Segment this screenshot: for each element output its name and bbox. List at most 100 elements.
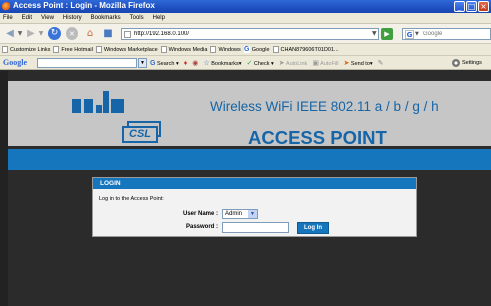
- autofill-icon: ▣: [312, 59, 319, 67]
- link-label: Free Hotmail: [61, 46, 93, 53]
- google-search-dropdown-icon[interactable]: ▼: [138, 58, 147, 68]
- google-toolbar: Google ▼ G Search ▾ ♦ ◉ ☆ Bookmarks▾ ✓ C…: [0, 56, 491, 70]
- send-to-icon: ➤: [343, 59, 350, 67]
- menu-help[interactable]: Help: [153, 15, 165, 21]
- page-icon: [160, 46, 167, 53]
- search-engine-dropdown-icon[interactable]: ▼: [415, 30, 419, 39]
- link-windows-media[interactable]: Windows Media: [160, 46, 208, 53]
- gear-icon: [452, 59, 460, 67]
- mtl-logo: [72, 91, 124, 113]
- highlighter-icon[interactable]: ✎: [378, 60, 384, 67]
- search-input[interactable]: [423, 29, 491, 39]
- menu-view[interactable]: View: [41, 15, 54, 21]
- password-label: Password :: [185, 224, 218, 230]
- search-label: Search: [156, 60, 175, 67]
- logo-bar: [103, 91, 109, 113]
- autofill-label: AutoFill: [320, 60, 339, 67]
- login-panel: LOGIN Log in to the Access Point: User N…: [92, 177, 417, 237]
- address-bar[interactable]: [121, 28, 379, 40]
- autolink-button[interactable]: ➤ AutoLink: [279, 60, 308, 67]
- links-toolbar: Customize Links Free Hotmail Windows Mar…: [0, 44, 491, 56]
- link-google[interactable]: G Google: [243, 46, 270, 53]
- google-settings-button[interactable]: Settings: [452, 56, 482, 70]
- stop-icon[interactable]: ×: [66, 27, 78, 40]
- send-to-label: Send to: [350, 60, 370, 67]
- back-arrow-icon[interactable]: ◀: [3, 27, 17, 40]
- google-toolbar-tools: G Search ▾ ♦ ◉ ☆ Bookmarks▾ ✓ Check ▾ ➤ …: [150, 56, 384, 70]
- login-button[interactable]: Log In: [297, 222, 329, 234]
- firefox-icon: [2, 2, 11, 11]
- check-label: Check: [253, 60, 270, 67]
- reload-icon[interactable]: ↻: [48, 27, 61, 40]
- window-title: Access Point : Login - Mozilla Firefox: [13, 1, 155, 10]
- send-to-button[interactable]: ➤ Send to▾: [344, 60, 373, 67]
- link-label: Windows Media: [168, 46, 208, 53]
- menu-file[interactable]: File: [3, 15, 13, 21]
- password-field[interactable]: [222, 222, 289, 233]
- window-title-bar: Access Point : Login - Mozilla Firefox _…: [0, 0, 491, 13]
- logo-bar: [84, 99, 93, 113]
- page-icon: [53, 46, 60, 53]
- logo-bar: [111, 99, 124, 113]
- menu-bookmarks[interactable]: Bookmarks: [91, 15, 121, 21]
- close-button[interactable]: ×: [478, 1, 489, 12]
- minimize-button[interactable]: _: [454, 1, 465, 12]
- link-label: Windows: [218, 46, 241, 53]
- link-windows[interactable]: Windows: [210, 46, 241, 53]
- page-icon: [210, 46, 217, 53]
- header-banner: CSL Wireless WiFi IEEE 802.11 a / b / g …: [8, 81, 491, 148]
- home-icon[interactable]: ⌂: [83, 27, 97, 40]
- link-label: Google: [251, 46, 270, 53]
- chevron-down-icon[interactable]: ▼: [248, 210, 257, 218]
- page-icon: [272, 46, 279, 53]
- google-icon: G: [243, 46, 250, 53]
- url-input[interactable]: [134, 29, 364, 39]
- autolink-label: AutoLink: [285, 60, 308, 67]
- menu-history[interactable]: History: [63, 15, 82, 21]
- menu-bar: File Edit View History Bookmarks Tools H…: [0, 13, 491, 24]
- news-icon[interactable]: ♦: [184, 60, 188, 67]
- wifi-standard-heading: Wireless WiFi IEEE 802.11 a / b / g / h: [210, 99, 439, 114]
- popup-blocker-icon[interactable]: ◉: [192, 60, 198, 67]
- forward-history-dropdown-icon[interactable]: ▼: [38, 27, 44, 40]
- login-instruction: Log in to the Access Point:: [99, 196, 164, 202]
- page-content: CSL Wireless WiFi IEEE 802.11 a / b / g …: [0, 71, 491, 306]
- navigation-toolbar: ◀ ▼ ▶ ▼ ↻ × ⌂ ■ ▼ ▶ G ▼: [0, 24, 491, 44]
- username-value: Admin: [225, 211, 243, 217]
- page-icon: [95, 46, 102, 53]
- username-select[interactable]: Admin ▼: [222, 209, 258, 219]
- login-header: LOGIN: [93, 178, 416, 189]
- google-bookmarks-button[interactable]: ☆ Bookmarks▾: [203, 60, 241, 67]
- spell-check-icon: ✓: [246, 59, 253, 67]
- google-g-icon: G: [150, 59, 156, 67]
- bookmarks-sidebar-icon[interactable]: ■: [102, 27, 114, 40]
- maximize-button[interactable]: □: [466, 1, 477, 12]
- csl-logo-text: CSL: [122, 126, 158, 143]
- link-label: CHAN879606T01D01...: [280, 46, 339, 53]
- google-search-button[interactable]: G Search ▾: [150, 60, 179, 67]
- google-search-input[interactable]: [37, 58, 137, 68]
- google-engine-icon[interactable]: G: [405, 30, 414, 39]
- link-label: Windows Marketplace: [103, 46, 158, 53]
- settings-label: Settings: [462, 60, 482, 66]
- menu-tools[interactable]: Tools: [130, 15, 144, 21]
- url-history-dropdown-icon[interactable]: ▼: [372, 28, 380, 40]
- blue-divider-bar: [8, 149, 491, 170]
- forward-arrow-icon[interactable]: ▶: [24, 27, 38, 40]
- back-history-dropdown-icon[interactable]: ▼: [17, 27, 23, 40]
- search-box[interactable]: G ▼: [402, 28, 491, 40]
- autolink-icon: ➤: [278, 59, 285, 67]
- page-icon: [2, 46, 8, 53]
- link-chan[interactable]: CHAN879606T01D01...: [272, 46, 339, 53]
- bookmarks-label: Bookmarks: [211, 60, 239, 67]
- autofill-button[interactable]: ▣ AutoFill: [312, 60, 338, 67]
- access-point-heading: ACCESS POINT: [248, 127, 387, 148]
- link-free-hotmail[interactable]: Free Hotmail: [53, 46, 93, 53]
- logo-bar: [72, 99, 81, 113]
- csl-logo: CSL: [122, 121, 164, 143]
- link-customize-links[interactable]: Customize Links: [2, 46, 50, 53]
- link-windows-marketplace[interactable]: Windows Marketplace: [95, 46, 158, 53]
- go-arrow-icon[interactable]: ▶: [381, 28, 393, 40]
- menu-edit[interactable]: Edit: [22, 15, 32, 21]
- spell-check-button[interactable]: ✓ Check ▾: [247, 60, 274, 67]
